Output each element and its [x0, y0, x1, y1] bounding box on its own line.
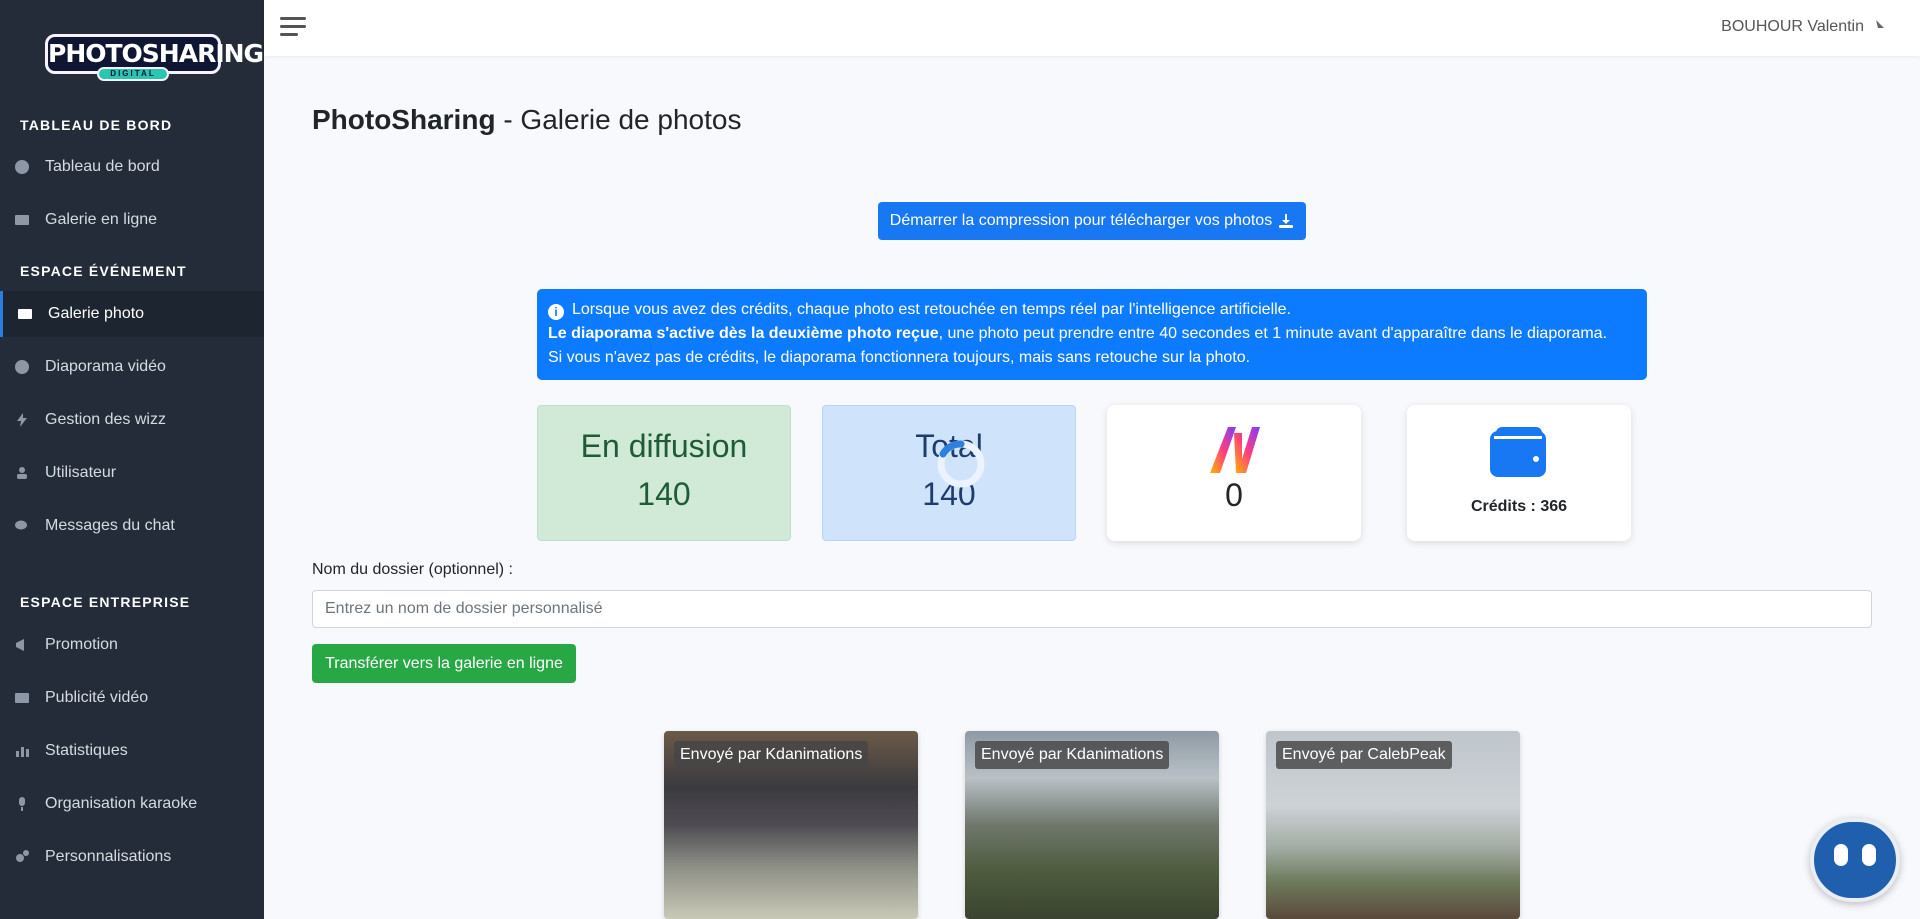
page-title-rest: - Galerie de photos [495, 104, 742, 135]
section-title-event: ESPACE ÉVÉNEMENT [20, 263, 187, 279]
sidebar-item-label: Galerie en ligne [45, 211, 158, 228]
comments-icon [13, 517, 31, 535]
ai-count: 0 [1225, 477, 1243, 513]
download-photos-button[interactable]: Démarrer la compression pour télécharger… [878, 202, 1306, 240]
sidebar-item-label: Galerie photo [48, 305, 145, 322]
sidebar-item-label: Tableau de bord [45, 158, 160, 175]
images-icon [13, 211, 31, 229]
play-circle-icon [13, 358, 31, 376]
alert-text-2: , une photo peut prendre entre 40 second… [938, 325, 1608, 342]
alert-line-2: Le diaporama s'active dès la deuxième ph… [548, 322, 1636, 346]
sidebar-item-label: Promotion [45, 636, 118, 653]
alert-text-2-bold: Le diaporama s'active dès la deuxième ph… [548, 325, 939, 342]
sidebar: PHOTOSHARING DIGITAL TABLEAU DE BORD Tab… [0, 0, 264, 919]
image-icon [16, 305, 34, 323]
topbar: BOUHOUR Valentin [264, 0, 1920, 56]
sidebar-item-label: Messages du chat [45, 517, 175, 534]
sidebar-item-label: Gestion des wizz [45, 411, 166, 428]
chart-bar-icon [13, 742, 31, 760]
stat-label: En diffusion [580, 428, 748, 464]
transfer-gallery-button[interactable]: Transférer vers la galerie en ligne [312, 644, 576, 683]
alert-line-3: Si vous n'avez pas de crédits, le diapor… [548, 349, 1251, 366]
loading-spinner-icon [937, 440, 985, 488]
section-title-business: ESPACE ENTREPRISE [20, 594, 191, 610]
sidebar-item-photo-gallery[interactable]: Galerie photo [0, 291, 264, 337]
users-icon [13, 464, 31, 482]
ad-icon [13, 689, 31, 707]
section-title-dashboard: TABLEAU DE BORD [20, 117, 173, 133]
sidebar-item-label: Utilisateur [45, 464, 117, 481]
microphone-icon [13, 795, 31, 813]
ai-logo-icon [1210, 427, 1260, 473]
credits-text: Crédits : 366 [1470, 498, 1568, 515]
chatbot-eye [1834, 844, 1848, 866]
cogs-icon [13, 848, 31, 866]
sidebar-item-video-slideshow[interactable]: Diaporama vidéo [0, 344, 264, 390]
sidebar-item-customization[interactable]: Personnalisations [0, 834, 264, 880]
photo-card[interactable]: Envoyé par CalebPeak [1266, 731, 1520, 919]
page-title: PhotoSharing - Galerie de photos [312, 104, 741, 136]
info-icon: i [548, 304, 564, 320]
alert-line-1: i Lorsque vous avez des crédits, chaque p… [548, 298, 1636, 322]
sidebar-item-video-ads[interactable]: Publicité vidéo [0, 675, 264, 721]
sidebar-item-dashboard[interactable]: Tableau de bord [0, 144, 264, 190]
hamburger-icon[interactable] [280, 17, 306, 39]
sidebar-item-statistics[interactable]: Statistiques [0, 728, 264, 774]
sidebar-item-users[interactable]: Utilisateur [0, 450, 264, 496]
palette-icon [13, 158, 31, 176]
sidebar-item-online-gallery[interactable]: Galerie en ligne [0, 197, 264, 243]
stat-card-diffusion: En diffusion 140 [537, 405, 791, 541]
chatbot-eye [1862, 844, 1876, 866]
bolt-icon [13, 411, 31, 429]
download-button-label: Démarrer la compression pour télécharger… [889, 212, 1273, 229]
bullhorn-icon [13, 636, 31, 654]
info-alert: i Lorsque vous avez des crédits, chaque p… [537, 289, 1647, 380]
user-name[interactable]: BOUHOUR Valentin [1721, 18, 1864, 36]
photo-caption: Envoyé par CalebPeak [1276, 741, 1452, 769]
folder-name-input[interactable] [312, 590, 1872, 628]
sidebar-item-label: Statistiques [45, 742, 128, 759]
stat-value: 140 [637, 476, 691, 512]
app-logo[interactable]: PHOTOSHARING DIGITAL [45, 34, 264, 84]
wallet-icon [1490, 427, 1546, 477]
sidebar-item-label: Diaporama vidéo [45, 358, 166, 375]
download-icon [1279, 214, 1294, 228]
sidebar-item-chat-messages[interactable]: Messages du chat [0, 503, 264, 549]
logo-subtitle: DIGITAL [97, 67, 169, 81]
page-title-brand: PhotoSharing [312, 104, 496, 135]
caret-icon[interactable] [1876, 20, 1884, 28]
sidebar-item-label: Personnalisations [45, 848, 172, 865]
photo-card[interactable]: Envoyé par Kdanimations [965, 731, 1219, 919]
sidebar-item-label: Publicité vidéo [45, 689, 149, 706]
photo-card[interactable]: Envoyé par Kdanimations [664, 731, 918, 919]
sidebar-item-karaoke[interactable]: Organisation karaoke [0, 781, 264, 827]
sidebar-item-promotion[interactable]: Promotion [0, 622, 264, 668]
sidebar-item-wizz[interactable]: Gestion des wizz [0, 397, 264, 443]
stat-card-ai: 0 [1107, 405, 1361, 541]
folder-name-label: Nom du dossier (optionnel) : [312, 561, 513, 578]
stat-card-credits: Crédits : 366 [1407, 405, 1631, 541]
photo-caption: Envoyé par Kdanimations [674, 741, 869, 769]
stat-card-total: Total 140 [822, 405, 1076, 541]
photo-caption: Envoyé par Kdanimations [975, 741, 1170, 769]
chatbot-icon[interactable] [1810, 818, 1900, 902]
alert-text-1: Lorsque vous avez des crédits, chaque ph… [572, 301, 1292, 318]
sidebar-item-label: Organisation karaoke [45, 795, 198, 812]
